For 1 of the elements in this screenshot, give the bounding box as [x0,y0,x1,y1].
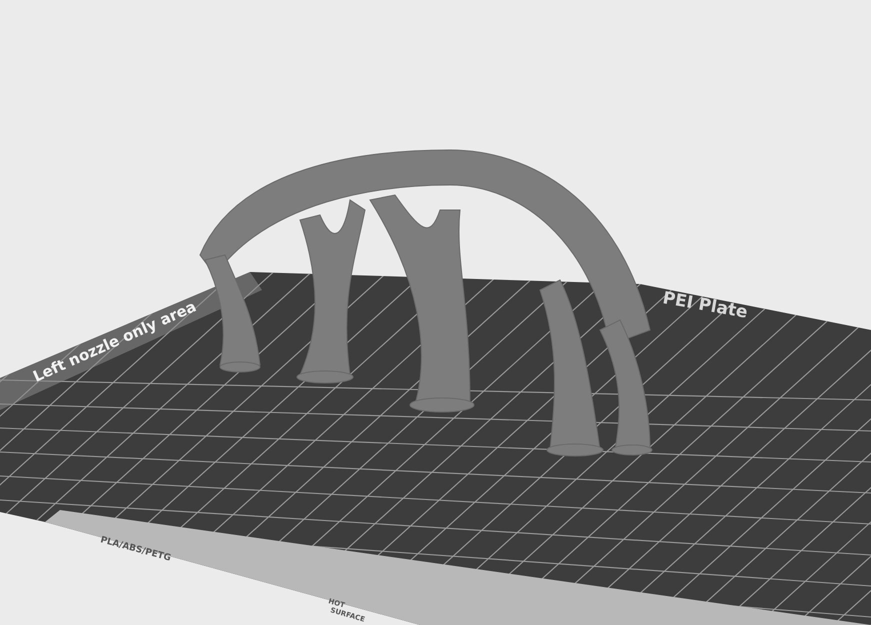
plate-label: PEI Plate [661,288,750,323]
